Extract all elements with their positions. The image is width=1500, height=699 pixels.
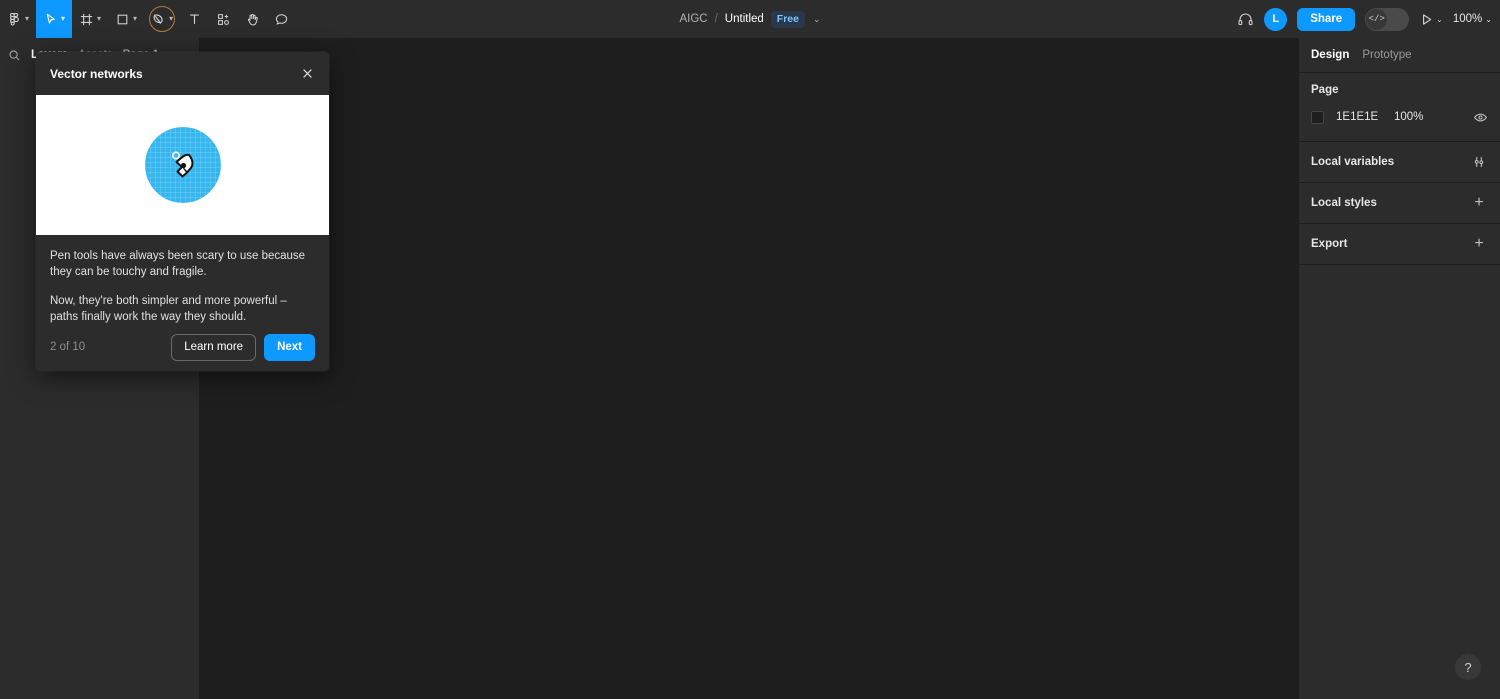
share-button[interactable]: Share xyxy=(1297,7,1356,31)
tutorial-step-counter: 2 of 10 xyxy=(50,341,86,354)
tutorial-popup-header: Vector networks xyxy=(36,52,329,95)
color-swatch[interactable] xyxy=(1311,110,1324,124)
tutorial-popup: Vector networks Pen tools have always be… xyxy=(36,52,329,371)
text-tool-icon-button[interactable] xyxy=(180,0,209,38)
frame-caret-icon: ▾ xyxy=(97,14,102,23)
page-color-opacity[interactable]: 100% xyxy=(1394,111,1423,123)
tutorial-paragraph: Pen tools have always been scary to use … xyxy=(50,250,306,278)
tab-prototype[interactable]: Prototype xyxy=(1362,49,1411,61)
code-icon: </> xyxy=(1366,8,1388,30)
eye-icon[interactable] xyxy=(1473,110,1488,125)
tutorial-paragraph: Now, they're both simpler and more power… xyxy=(50,295,287,323)
local-styles-row[interactable]: Local styles + xyxy=(1299,183,1500,224)
page-properties-section: Page 1E1E1E 100% xyxy=(1299,73,1500,142)
plan-badge-free[interactable]: Free xyxy=(770,10,805,28)
tutorial-popup-actions: Learn more Next xyxy=(171,333,315,361)
figma-menu-icon-button[interactable]: ▾ xyxy=(0,0,36,38)
move-tool-icon-button[interactable]: ▾ xyxy=(36,0,73,38)
breadcrumb-project[interactable]: AIGC xyxy=(679,13,707,25)
breadcrumb-file-name[interactable]: Untitled xyxy=(725,13,764,25)
export-row[interactable]: Export + xyxy=(1299,224,1500,265)
breadcrumb-chevron-down-icon[interactable]: ⌄ xyxy=(813,14,821,25)
local-styles-label: Local styles xyxy=(1311,197,1377,209)
pen-tool-icon-button[interactable]: ▾ xyxy=(144,0,180,38)
sliders-icon[interactable] xyxy=(1470,153,1488,171)
pen-tool-illustration-icon xyxy=(144,127,221,203)
design-canvas[interactable] xyxy=(200,38,1298,699)
shape-caret-icon: ▾ xyxy=(133,14,138,23)
tutorial-illustration xyxy=(36,95,329,235)
present-chevron-down-icon[interactable]: ⌄ xyxy=(1436,15,1443,24)
zoom-chevron-down-icon: ⌄ xyxy=(1485,14,1492,24)
tab-design[interactable]: Design xyxy=(1311,49,1349,61)
zoom-level-value: 100% xyxy=(1452,13,1483,25)
move-caret-icon: ▾ xyxy=(61,14,66,23)
menu-caret-icon: ▾ xyxy=(25,14,30,23)
avatar[interactable]: L xyxy=(1264,7,1288,31)
zoom-level-control[interactable]: 100% ⌄ xyxy=(1453,13,1492,25)
toolbar-right-group: L Share </> ⌄ 100% ⌄ xyxy=(1237,0,1492,38)
close-icon[interactable] xyxy=(297,64,317,84)
dev-mode-toggle[interactable]: </> xyxy=(1365,7,1410,31)
plus-icon[interactable]: + xyxy=(1470,194,1488,212)
figma-app-window: ▾ ▾ ▾ ▾ ▾ AIGC / Untitled Free ⌄ L Share… xyxy=(0,0,1500,699)
shape-tool-icon-button[interactable]: ▾ xyxy=(108,0,144,38)
right-sidebar: Design Prototype Page 1E1E1E 100% Local … xyxy=(1298,38,1500,699)
tutorial-popup-footer: 2 of 10 Learn more Next xyxy=(36,325,329,371)
tutorial-popup-title: Vector networks xyxy=(50,66,143,81)
toolbar-tools-group: ▾ ▾ ▾ ▾ ▾ xyxy=(0,0,296,38)
headphones-icon-button[interactable] xyxy=(1237,11,1254,28)
page-background-row: 1E1E1E 100% xyxy=(1311,106,1488,128)
top-toolbar: ▾ ▾ ▾ ▾ ▾ AIGC / Untitled Free ⌄ L Share… xyxy=(0,0,1500,38)
tutorial-popup-body: Pen tools have always been scary to use … xyxy=(36,235,329,325)
search-icon[interactable] xyxy=(8,49,21,62)
local-variables-row[interactable]: Local variables xyxy=(1299,142,1500,183)
next-button[interactable]: Next xyxy=(264,333,315,361)
right-sidebar-tabs: Design Prototype xyxy=(1299,38,1500,73)
pen-caret-icon: ▾ xyxy=(169,14,174,23)
breadcrumb-separator: / xyxy=(714,13,718,25)
comment-tool-icon-button[interactable] xyxy=(267,0,296,38)
export-label: Export xyxy=(1311,238,1348,250)
hand-tool-icon-button[interactable] xyxy=(238,0,267,38)
plus-icon[interactable]: + xyxy=(1470,235,1488,253)
resources-icon-button[interactable] xyxy=(209,0,238,38)
help-button[interactable]: ? xyxy=(1455,654,1481,680)
local-variables-label: Local variables xyxy=(1311,156,1395,168)
present-button[interactable]: ⌄ xyxy=(1419,12,1443,27)
page-section-title: Page xyxy=(1311,84,1339,96)
learn-more-button[interactable]: Learn more xyxy=(171,333,257,361)
frame-tool-icon-button[interactable]: ▾ xyxy=(72,0,108,38)
page-color-hex[interactable]: 1E1E1E xyxy=(1336,111,1394,123)
